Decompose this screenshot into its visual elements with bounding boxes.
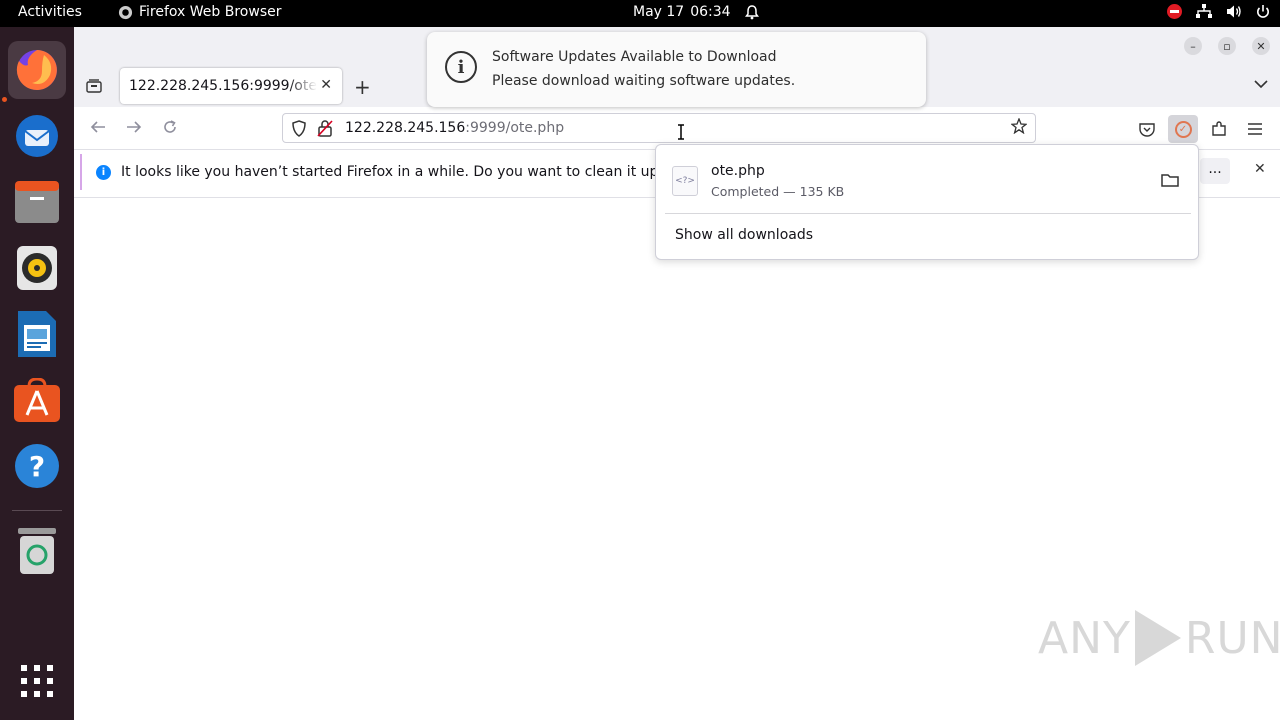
new-tab-button[interactable]: + (354, 75, 371, 99)
minimize-button[interactable]: – (1184, 37, 1202, 55)
anyrun-watermark: ANY RUN (1038, 610, 1280, 666)
svg-text:?: ? (29, 450, 45, 483)
activities-button[interactable]: Activities (18, 4, 82, 20)
maximize-button[interactable]: ▫ (1218, 37, 1236, 55)
firefox-small-icon (118, 5, 133, 19)
text-cursor-icon (677, 124, 685, 140)
close-window-button[interactable]: ✕ (1252, 37, 1270, 55)
notification-body: Please download waiting software updates… (492, 73, 796, 89)
system-tray[interactable] (1167, 4, 1270, 19)
show-all-downloads-button[interactable]: Show all downloads (675, 227, 813, 243)
folder-icon[interactable] (1161, 172, 1179, 187)
back-button[interactable] (90, 119, 106, 139)
tab-close-icon[interactable]: ✕ (320, 77, 332, 93)
download-complete-icon: ✓ (1174, 120, 1192, 138)
info-circle-icon: i (445, 51, 477, 83)
dock-files[interactable] (8, 173, 66, 231)
files-icon (15, 181, 59, 223)
list-all-tabs-icon[interactable] (1254, 77, 1268, 93)
app-menu[interactable]: Firefox Web Browser (118, 4, 282, 20)
firefox-view-icon[interactable] (86, 79, 102, 93)
tracking-protection-icon[interactable] (291, 120, 307, 141)
info-icon: i (96, 164, 111, 180)
dock-firefox[interactable] (8, 41, 66, 99)
dock-trash[interactable] (8, 522, 66, 580)
volume-icon (1227, 5, 1241, 18)
time-label: 06:34 (690, 4, 731, 20)
php-file-icon: <?> (672, 166, 698, 196)
downloads-panel: <?> ote.php Completed — 135 KB Show all … (655, 144, 1199, 260)
running-indicator (2, 97, 7, 102)
dock-thunderbird[interactable] (8, 107, 66, 165)
url-bar[interactable]: 122.228.245.156:9999/ote.php (282, 113, 1036, 143)
power-icon (1257, 5, 1269, 18)
tab-title: 122.228.245.156:9999/ote.php (129, 78, 317, 94)
forward-button[interactable] (126, 119, 142, 139)
dock-app-center[interactable] (8, 371, 66, 429)
watermark-right-text: RUN (1184, 612, 1280, 664)
trash-icon (18, 528, 56, 574)
dock: ? (0, 27, 74, 720)
dock-writer[interactable] (8, 305, 66, 363)
writer-icon (18, 311, 56, 357)
app-center-icon (14, 378, 60, 422)
hamburger-menu-icon[interactable] (1240, 115, 1270, 143)
help-icon: ? (15, 444, 59, 488)
reload-button[interactable] (162, 119, 178, 139)
insecure-lock-icon[interactable] (317, 119, 333, 141)
url-host: 122.228.245.156 (345, 120, 466, 136)
system-notification[interactable]: i Software Updates Available to Download… (427, 32, 926, 107)
notification-action-button[interactable]: ... (1200, 158, 1230, 184)
url-text: 122.228.245.156:9999/ote.php (345, 120, 564, 136)
extensions-icon[interactable] (1204, 115, 1234, 143)
app-name: Firefox Web Browser (139, 4, 282, 20)
watermark-left-text: ANY (1038, 612, 1131, 664)
bookmark-star-icon[interactable] (1010, 117, 1028, 139)
notification-text: It looks like you haven’t started Firefo… (121, 164, 696, 180)
dock-separator (12, 510, 62, 511)
panel-separator (665, 213, 1191, 214)
tab-active[interactable]: 122.228.245.156:9999/ote.php ✕ (120, 68, 342, 104)
dock-app-grid[interactable] (8, 652, 66, 710)
download-status: Completed — 135 KB (711, 184, 845, 199)
do-not-disturb-icon (1167, 4, 1182, 19)
thunderbird-icon (16, 115, 58, 157)
downloads-button[interactable]: ✓ (1168, 115, 1198, 143)
rhythmbox-icon (17, 246, 57, 290)
network-icon (1196, 4, 1212, 18)
clock[interactable]: May 17 06:34 (633, 4, 759, 20)
play-logo-icon (1134, 610, 1181, 666)
notification-title: Software Updates Available to Download (492, 49, 777, 65)
dock-rhythmbox[interactable] (8, 239, 66, 297)
bell-icon (744, 4, 759, 19)
date-label: May 17 (633, 4, 685, 20)
top-bar: Activities Firefox Web Browser May 17 06… (0, 0, 1280, 27)
url-path: :9999/ote.php (465, 120, 565, 136)
dock-help[interactable]: ? (8, 437, 66, 495)
firefox-icon (16, 50, 57, 90)
notification-close-icon[interactable]: ✕ (1254, 161, 1266, 177)
app-grid-icon (21, 665, 53, 697)
download-filename[interactable]: ote.php (711, 163, 765, 179)
pocket-icon[interactable] (1132, 115, 1162, 143)
